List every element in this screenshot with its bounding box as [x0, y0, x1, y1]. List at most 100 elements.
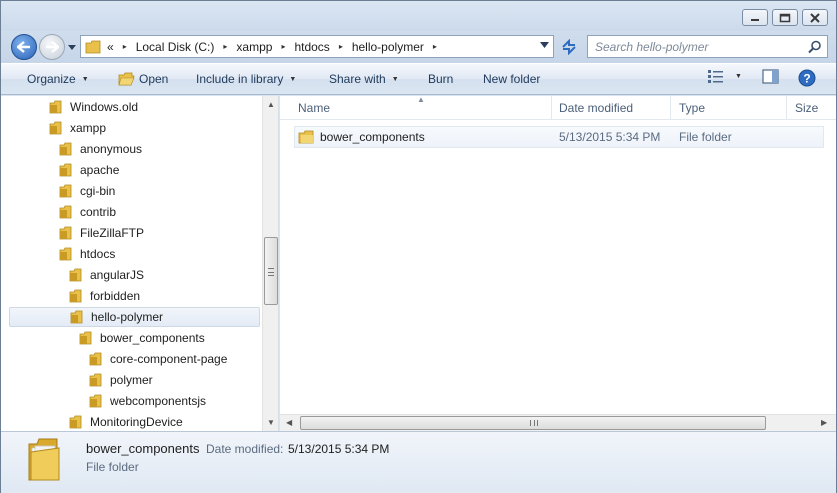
- scrollbar-thumb[interactable]: [300, 416, 766, 430]
- minimize-icon: [751, 18, 759, 21]
- column-type-label: Type: [679, 101, 706, 115]
- scroll-down-icon[interactable]: ▼: [267, 418, 275, 427]
- back-arrow-icon: [17, 41, 30, 53]
- new-folder-button[interactable]: New folder: [483, 64, 540, 94]
- tree-item[interactable]: MonitoringDevice: [69, 412, 183, 431]
- grip-icon: [530, 420, 538, 426]
- recent-pages-button[interactable]: [67, 40, 77, 54]
- details-item-name: bower_components: [86, 441, 200, 456]
- forward-arrow-icon: [46, 41, 59, 53]
- share-with-label: Share with: [329, 72, 386, 86]
- tree-item[interactable]: Windows.old: [49, 97, 138, 117]
- file-name: bower_components: [320, 130, 425, 144]
- grip-icon: [268, 268, 274, 276]
- file-list-scrollbar[interactable]: ◀ ▶: [280, 414, 836, 431]
- tree-item[interactable]: cgi-bin: [59, 181, 115, 201]
- column-header-row: Name ▲ Date modified Type Size: [280, 95, 836, 120]
- tree-item-label: bower_components: [100, 331, 205, 345]
- breadcrumb-separator-icon[interactable]: ▸: [123, 42, 127, 51]
- scroll-up-icon[interactable]: ▲: [267, 100, 275, 109]
- breadcrumb-item-local-disk[interactable]: Local Disk (C:): [136, 40, 215, 54]
- title-bar: [1, 1, 836, 31]
- file-row[interactable]: bower_components 5/13/2015 5:34 PM File …: [294, 126, 824, 148]
- maximize-icon: [779, 13, 791, 22]
- new-folder-label: New folder: [483, 72, 541, 86]
- large-folder-icon: [28, 438, 60, 481]
- tree-item-label: htdocs: [80, 247, 116, 261]
- breadcrumb-item-htdocs[interactable]: htdocs: [294, 40, 329, 54]
- breadcrumb: « ▸ Local Disk (C:) ▸ xampp ▸ htdocs ▸ h…: [107, 36, 446, 57]
- breadcrumb-item-xampp[interactable]: xampp: [236, 40, 272, 54]
- tree-item[interactable]: forbidden: [69, 286, 140, 306]
- column-type[interactable]: Type: [671, 96, 787, 120]
- column-date-modified[interactable]: Date modified: [551, 96, 671, 120]
- refresh-icon: [562, 38, 576, 55]
- forward-button[interactable]: [39, 34, 65, 60]
- preview-pane-button[interactable]: [762, 69, 779, 84]
- folder-icon: [69, 415, 82, 429]
- tree-item[interactable]: webcomponentsjs: [89, 391, 206, 411]
- breadcrumb-separator-icon[interactable]: ▸: [281, 42, 285, 51]
- close-button[interactable]: [802, 9, 828, 26]
- details-item-type: File folder: [86, 460, 139, 474]
- tree-item[interactable]: hello-polymer: [9, 307, 260, 327]
- chevron-down-icon: ▼: [735, 72, 742, 80]
- breadcrumb-separator-icon[interactable]: ▸: [433, 42, 437, 51]
- column-size-label: Size: [795, 101, 819, 115]
- back-button[interactable]: [11, 34, 37, 60]
- search-input[interactable]: Search hello-polymer: [587, 35, 828, 58]
- tree-item[interactable]: angularJS: [69, 265, 144, 285]
- view-options-icon: [708, 70, 723, 83]
- folder-icon: [59, 184, 72, 198]
- include-in-library-label: Include in library: [196, 72, 284, 86]
- change-view-button[interactable]: ▼: [707, 69, 742, 83]
- tree-item-label: polymer: [110, 373, 153, 387]
- tree-item-label: hello-polymer: [91, 310, 164, 324]
- maximize-button[interactable]: [772, 9, 798, 26]
- organize-button[interactable]: Organize ▼: [27, 64, 89, 94]
- address-bar[interactable]: « ▸ Local Disk (C:) ▸ xampp ▸ htdocs ▸ h…: [80, 35, 554, 58]
- help-button[interactable]: ?: [798, 69, 816, 87]
- search-icon[interactable]: [808, 40, 822, 54]
- chevron-down-icon: [68, 44, 76, 50]
- minimize-button[interactable]: [742, 9, 768, 26]
- details-date-label: Date modified:: [206, 442, 284, 456]
- folder-icon: [59, 163, 72, 177]
- navigation-scrollbar[interactable]: ▲ ▼: [262, 96, 278, 431]
- open-button[interactable]: Open: [118, 64, 168, 94]
- include-in-library-button[interactable]: Include in library ▼: [196, 64, 296, 94]
- tree-item[interactable]: FileZillaFTP: [59, 223, 144, 243]
- breadcrumb-separator-icon[interactable]: ▸: [223, 42, 227, 51]
- column-size[interactable]: Size: [787, 96, 836, 120]
- breadcrumb-overflow[interactable]: «: [107, 40, 114, 54]
- tree-item[interactable]: htdocs: [59, 244, 115, 264]
- address-dropdown-icon[interactable]: [540, 42, 549, 48]
- tree-item-label: angularJS: [90, 268, 145, 282]
- scroll-left-icon[interactable]: ◀: [286, 418, 292, 427]
- tree-item[interactable]: bower_components: [79, 328, 205, 348]
- share-with-button[interactable]: Share with ▼: [329, 64, 399, 94]
- refresh-button[interactable]: [557, 35, 581, 58]
- breadcrumb-item-hello-polymer[interactable]: hello-polymer: [352, 40, 424, 54]
- tree-item-label: core-component-page: [110, 352, 228, 366]
- burn-button[interactable]: Burn: [428, 64, 453, 94]
- tree-item[interactable]: core-component-page: [89, 349, 227, 369]
- chevron-down-icon: ▼: [81, 75, 89, 83]
- tree-item[interactable]: anonymous: [59, 139, 142, 159]
- svg-text:?: ?: [803, 72, 810, 86]
- command-bar: Organize ▼ Open Include in library ▼ Sha…: [1, 63, 836, 95]
- details-date-value: 5/13/2015 5:34 PM: [288, 442, 390, 456]
- window-controls: [742, 9, 828, 26]
- tree-item[interactable]: xampp: [49, 118, 106, 138]
- scrollbar-thumb[interactable]: [264, 237, 278, 305]
- folder-icon: [59, 205, 72, 219]
- tree-item[interactable]: polymer: [89, 370, 153, 390]
- tree-item-label: webcomponentsjs: [110, 394, 207, 408]
- folder-icon: [85, 40, 101, 53]
- breadcrumb-separator-icon[interactable]: ▸: [339, 42, 343, 51]
- scroll-right-icon[interactable]: ▶: [821, 418, 827, 427]
- tree-item-label: MonitoringDevice: [90, 415, 183, 429]
- tree-item[interactable]: contrib: [59, 202, 116, 222]
- column-date-label: Date modified: [559, 101, 634, 115]
- tree-item[interactable]: apache: [59, 160, 119, 180]
